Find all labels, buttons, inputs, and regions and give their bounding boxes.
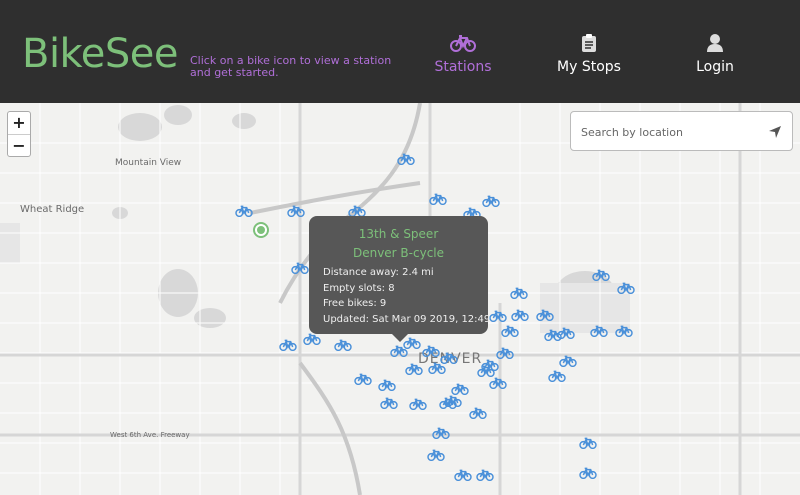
place-wheat-ridge: Wheat Ridge	[20, 204, 85, 215]
place-mountain-view: Mountain View	[115, 158, 182, 168]
nav-login[interactable]: Login	[655, 33, 775, 75]
bike-station-icon[interactable]	[476, 469, 494, 481]
bike-station-icon[interactable]	[617, 282, 635, 294]
bike-station-icon[interactable]	[378, 379, 396, 391]
bike-station-icon[interactable]	[334, 339, 352, 351]
user-icon	[655, 33, 775, 57]
bike-icon	[403, 33, 523, 57]
bike-station-icon[interactable]	[590, 325, 608, 337]
bike-station-icon[interactable]	[409, 398, 427, 410]
bike-station-icon[interactable]	[482, 195, 500, 207]
bike-station-icon[interactable]	[579, 467, 597, 479]
popup-station-name: 13th & Speer	[358, 227, 439, 241]
bike-station-icon[interactable]	[592, 269, 610, 281]
bike-station-icon[interactable]	[510, 287, 528, 299]
bike-station-icon[interactable]	[579, 437, 597, 449]
bike-station-icon[interactable]	[429, 193, 447, 205]
tagline: Click on a bike icon to view a station a…	[190, 54, 392, 79]
zoom-out-button[interactable]: −	[8, 134, 30, 156]
bike-station-icon[interactable]	[489, 377, 507, 389]
nav-stations-label: Stations	[434, 59, 492, 75]
bike-station-icon[interactable]	[489, 310, 507, 322]
bike-station-icon[interactable]	[432, 427, 450, 439]
location-search	[570, 111, 793, 151]
popup-free-bikes: Free bikes: 9	[323, 298, 387, 309]
bike-station-icon[interactable]	[451, 383, 469, 395]
bike-station-icon[interactable]	[422, 345, 440, 357]
locate-arrow-icon[interactable]	[768, 125, 782, 139]
bike-station-icon[interactable]	[548, 370, 566, 382]
clipboard-icon	[529, 33, 649, 57]
bike-station-icon[interactable]	[481, 359, 499, 371]
bike-station-icon[interactable]	[559, 355, 577, 367]
brand-logo[interactable]: BikeSee	[22, 31, 179, 77]
bike-station-icon[interactable]	[303, 333, 321, 345]
user-location-marker	[253, 222, 269, 238]
bike-station-icon[interactable]	[501, 325, 519, 337]
nav-login-label: Login	[696, 59, 734, 75]
bike-station-icon[interactable]	[235, 205, 253, 217]
popup-distance: Distance away: 2.4 mi	[323, 267, 434, 278]
app-header: BikeSee Click on a bike icon to view a s…	[0, 0, 800, 103]
bike-station-icon[interactable]	[511, 309, 529, 321]
popup-empty-slots: Empty slots: 8	[323, 283, 395, 294]
nav-stations[interactable]: Stations	[403, 33, 523, 75]
bike-station-icon[interactable]	[536, 309, 554, 321]
bike-station-icon[interactable]	[354, 373, 372, 385]
popup-updated: Updated: Sat Mar 09 2019, 12:49	[323, 314, 491, 325]
nav-my-stops-label: My Stops	[557, 59, 621, 75]
popup-network-name: Denver B-cycle	[352, 246, 445, 260]
bike-station-icon[interactable]	[444, 395, 462, 407]
zoom-control: + −	[7, 111, 31, 157]
bike-station-icon[interactable]	[615, 325, 633, 337]
bike-station-icon[interactable]	[279, 339, 297, 351]
bike-station-icon[interactable]	[469, 407, 487, 419]
bike-station-icon[interactable]	[454, 469, 472, 481]
place-freeway: West 6th Ave. Freeway	[110, 431, 190, 439]
bike-station-icon[interactable]	[287, 205, 305, 217]
bike-station-icon[interactable]	[380, 397, 398, 409]
bike-station-icon[interactable]	[291, 262, 309, 274]
zoom-in-button[interactable]: +	[8, 112, 30, 134]
bike-station-icon[interactable]	[496, 347, 514, 359]
bike-station-icon[interactable]	[557, 327, 575, 339]
bike-station-icon[interactable]	[428, 362, 446, 374]
bike-station-icon[interactable]	[405, 363, 423, 375]
bike-station-icon[interactable]	[427, 449, 445, 461]
bike-station-icon[interactable]	[397, 153, 415, 165]
search-input[interactable]	[581, 122, 761, 142]
nav-my-stops[interactable]: My Stops	[529, 33, 649, 75]
station-popup: 13th & Speer Denver B-cycle Distance awa…	[309, 216, 491, 342]
